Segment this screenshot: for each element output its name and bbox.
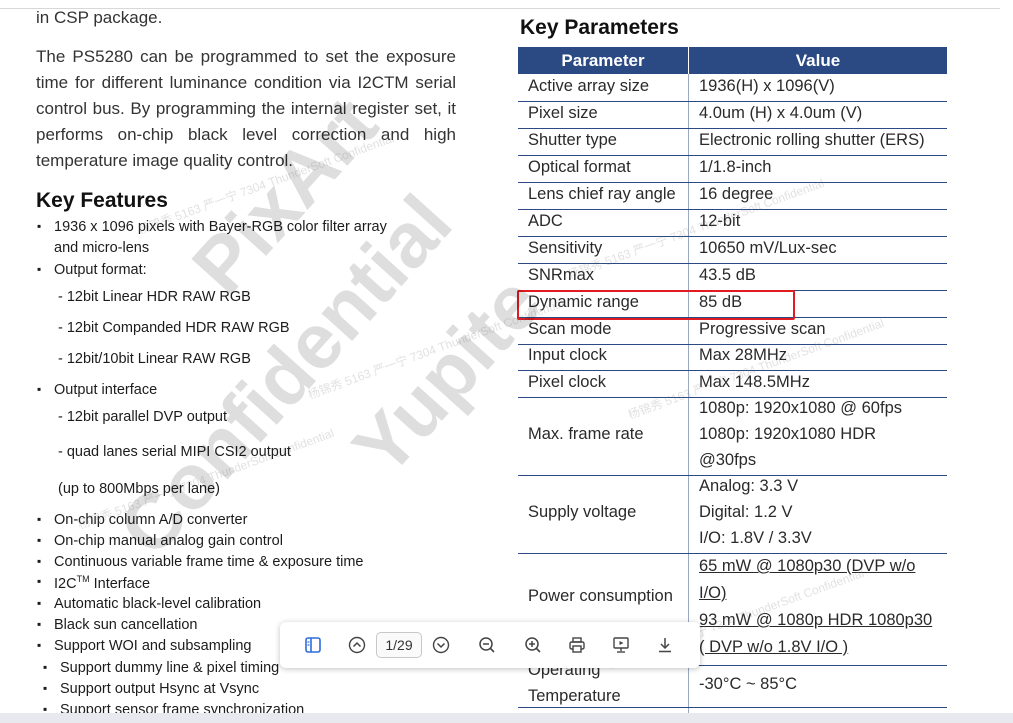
- table-cell-parameter: Lens chief ray angle: [528, 184, 676, 203]
- column-header-value: Value: [689, 47, 947, 74]
- table-row-divider: [518, 397, 947, 398]
- table-cell-parameter: Power consumption: [528, 587, 673, 605]
- page-number-input[interactable]: 1/29: [376, 632, 422, 658]
- table-cell-value: I/O): [699, 584, 727, 602]
- feature-item: Support dummy line & pixel timing: [43, 660, 279, 676]
- feature-item: Support output Hsync at Vsync: [43, 681, 259, 697]
- table-cell-value: Digital: 1.2 V: [699, 503, 793, 521]
- feature-subitem: - 12bit/10bit Linear RAW RGB: [58, 351, 251, 367]
- table-cell-value: -30°C ~ 85°C: [699, 675, 798, 693]
- table-cell-value: Analog: 3.3 V: [699, 477, 799, 495]
- feature-item: Continuous variable frame time & exposur…: [37, 554, 364, 570]
- feature-subitem: - 12bit Linear HDR RAW RGB: [58, 289, 251, 305]
- table-cell-value: 12-bit: [699, 211, 741, 230]
- table-cell-value: 10650 mV/Lux-sec: [699, 238, 837, 257]
- table-cell-value: 1936(H) x 1096(V): [699, 76, 835, 95]
- print-icon[interactable]: [566, 634, 588, 656]
- table-cell-value: I/O: 1.8V / 3.3V: [699, 529, 812, 547]
- feature-item: On-chip column A/D converter: [37, 512, 247, 528]
- table-row-divider: [518, 475, 947, 476]
- column-header-parameter: Parameter: [518, 47, 688, 74]
- table-row-divider: [518, 101, 947, 102]
- table-cell-value: Max 28MHz: [699, 346, 788, 364]
- table-cell-value: @30fps: [699, 451, 757, 469]
- download-icon[interactable]: [654, 634, 676, 656]
- table-cell-parameter: Sensitivity: [528, 238, 603, 257]
- feature-item: Output format:: [37, 262, 147, 278]
- table-cell-parameter: Supply voltage: [528, 503, 637, 521]
- table-cell-parameter: Scan mode: [528, 319, 612, 338]
- feature-subitem: - 12bit parallel DVP output: [58, 409, 228, 425]
- i2c-label: I2C: [54, 575, 77, 592]
- table-cell-value: 1/1.8-inch: [699, 157, 772, 176]
- dynamic-range-highlight: [517, 290, 795, 320]
- viewer-bottom-bar: [0, 713, 1013, 723]
- table-cell-value: Progressive scan: [699, 319, 826, 338]
- table-cell-parameter: Active array size: [528, 76, 650, 95]
- sidebar-toggle-icon[interactable]: [302, 634, 324, 656]
- feature-item: On-chip manual analog gain control: [37, 533, 283, 549]
- feature-item: Output interface: [37, 382, 157, 398]
- table-row-divider: [518, 370, 947, 371]
- page-down-icon[interactable]: [430, 634, 452, 656]
- table-cell-parameter: Pixel clock: [528, 372, 606, 391]
- table-cell-value: 43.5 dB: [699, 265, 756, 284]
- table-row-divider: [518, 155, 947, 156]
- key-features-heading: Key Features: [36, 189, 168, 212]
- table-cell-parameter: Input clock: [528, 346, 607, 364]
- feature-item: Support WOI and subsampling: [37, 638, 252, 654]
- zoom-in-icon[interactable]: [522, 634, 544, 656]
- pdf-viewer-toolbar: 1/29: [280, 622, 700, 668]
- table-row-divider: [518, 553, 947, 554]
- table-cell-value: 1080p: 1920x1080 HDR: [699, 425, 877, 443]
- table-cell-value: 1080p: 1920x1080 @ 60fps: [699, 399, 902, 417]
- feature-item-i2c: I2CTM Interface: [37, 574, 151, 592]
- feature-item: 1936 x 1096 pixels with Bayer-RGB color …: [37, 219, 387, 235]
- table-cell-value: ( DVP w/o 1.8V I/O ): [699, 638, 849, 656]
- table-row-divider: [518, 236, 947, 237]
- table-row-divider: [518, 263, 947, 264]
- table-cell-value: 16 degree: [699, 184, 774, 203]
- table-cell-value: Max 148.5MHz: [699, 372, 810, 391]
- feature-subitem: - 12bit Companded HDR RAW RGB: [58, 320, 290, 336]
- table-row-divider: [518, 182, 947, 183]
- i2c-suffix: Interface: [89, 575, 151, 592]
- table-cell-parameter: Max. frame rate: [528, 425, 644, 443]
- table-cell-parameter: ADC: [528, 211, 563, 230]
- description-paragraph: The PS5280 can be programmed to set the …: [36, 47, 456, 170]
- intro-line: in CSP package.: [36, 8, 163, 27]
- table-row-divider: [518, 344, 947, 345]
- feature-item: and micro-lens: [54, 240, 150, 256]
- key-parameters-heading: Key Parameters: [520, 16, 679, 39]
- table-cell-parameter: Pixel size: [528, 103, 598, 122]
- feature-item: Black sun cancellation: [37, 617, 198, 633]
- table-cell-value: 65 mW @ 1080p30 (DVP w/o: [699, 557, 916, 575]
- feature-subitem: (up to 800Mbps per lane): [58, 481, 221, 497]
- table-cell-parameter: Shutter type: [528, 130, 617, 149]
- table-cell-value: 93 mW @ 1080p HDR 1080p30: [699, 611, 933, 629]
- table-row-divider: [518, 128, 947, 129]
- document-page: in CSP package. The PS5280 can be progra…: [0, 0, 1013, 723]
- table-cell-value: Electronic rolling shutter (ERS): [699, 130, 925, 149]
- table-cell-value: 4.0um (H) x 4.0um (V): [699, 103, 863, 122]
- feature-subitem: - quad lanes serial MIPI CSI2 output: [58, 444, 291, 460]
- page-up-icon[interactable]: [346, 634, 368, 656]
- i2c-trademark: TM: [76, 574, 90, 584]
- table-row-divider: [518, 209, 947, 210]
- zoom-out-icon[interactable]: [476, 634, 498, 656]
- table-cell-parameter: SNRmax: [528, 265, 595, 284]
- table-cell-parameter: Optical format: [528, 157, 631, 176]
- present-icon[interactable]: [610, 634, 632, 656]
- feature-item: Automatic black-level calibration: [37, 596, 261, 612]
